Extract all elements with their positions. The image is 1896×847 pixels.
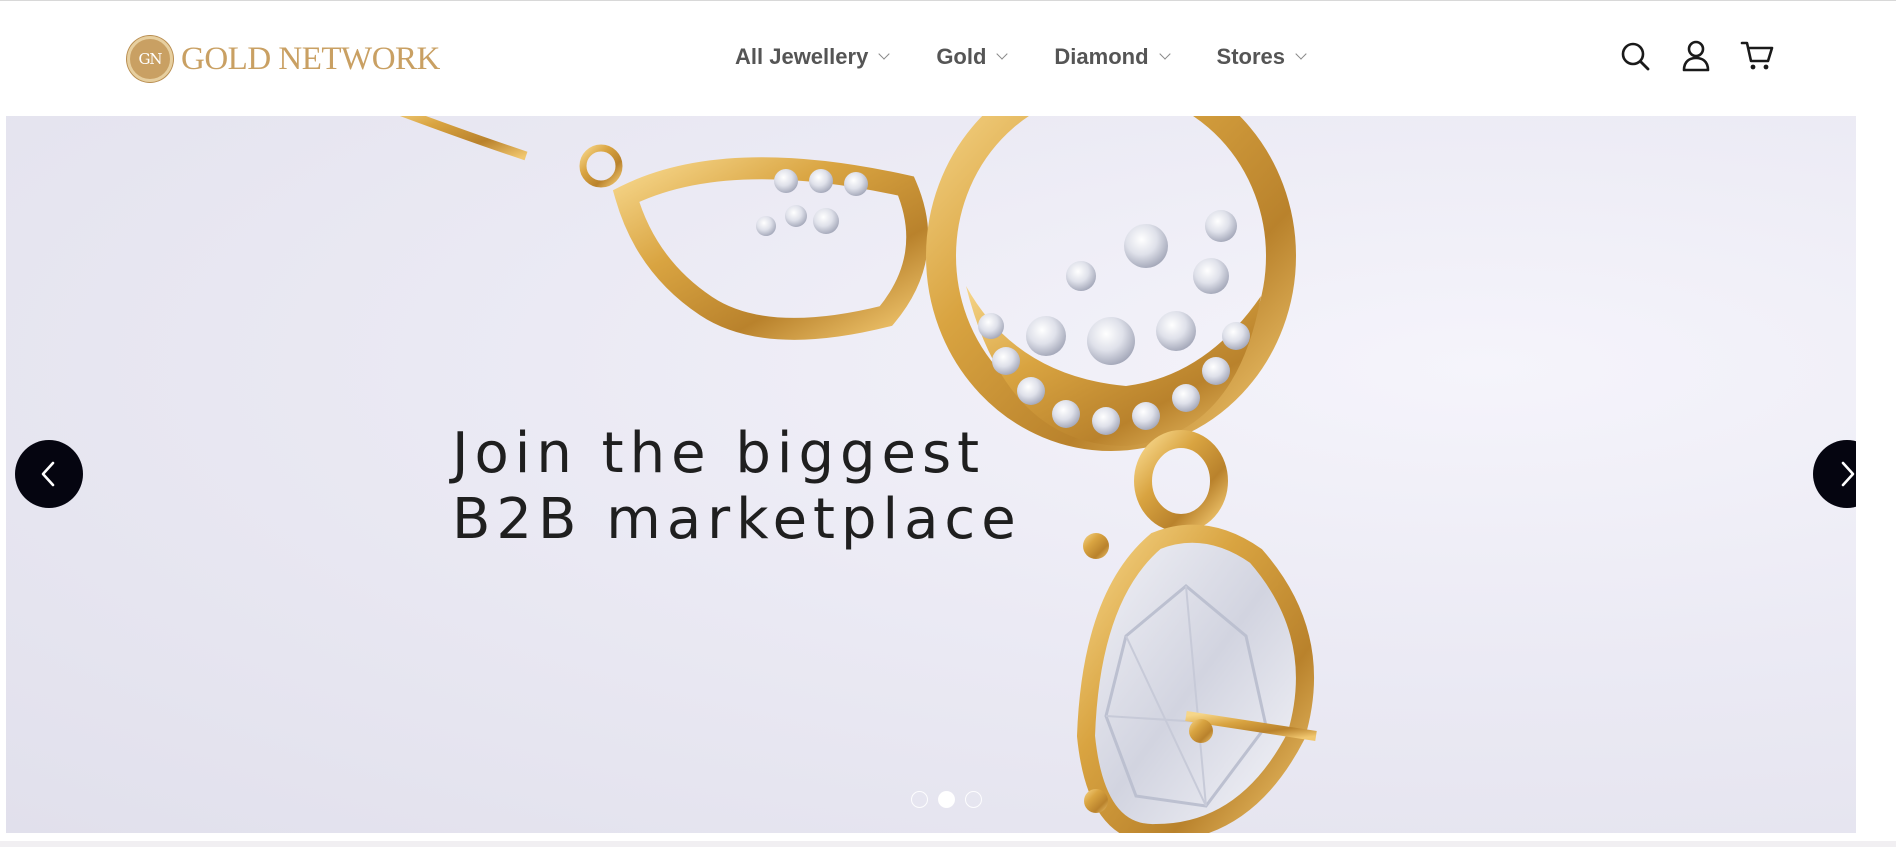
- chevron-right-icon: [1841, 461, 1855, 487]
- logo-badge: GN: [127, 36, 173, 82]
- user-icon[interactable]: [1679, 39, 1713, 73]
- nav-item-label: Diamond: [1054, 44, 1149, 69]
- nav-item-label: Gold: [936, 44, 987, 69]
- chevron-down-icon: [1158, 48, 1171, 60]
- nav-item-diamond[interactable]: Diamond: [1054, 44, 1171, 70]
- site-logo[interactable]: GN GOLD NETWORK: [127, 35, 440, 83]
- nav-item-label: Stores: [1216, 44, 1286, 69]
- main-nav: All Jewellery Gold Diamond Stores: [735, 44, 1307, 70]
- carousel-dot-1[interactable]: [911, 791, 928, 808]
- carousel-indicators: [911, 791, 982, 808]
- chevron-down-icon: [996, 48, 1009, 60]
- chevron-down-icon: [878, 48, 890, 60]
- cart-icon[interactable]: [1740, 39, 1774, 73]
- chevron-left-icon: [41, 461, 55, 487]
- hero-headline-line-1: Join the biggest: [452, 421, 986, 486]
- carousel-prev-button[interactable]: [15, 440, 83, 508]
- site-header: GN GOLD NETWORK All Jewellery Gold Diamo…: [0, 1, 1896, 116]
- hero-headline: Join the biggest B2B marketplace: [452, 421, 1022, 553]
- carousel-dot-3[interactable]: [965, 791, 982, 808]
- carousel-dot-2[interactable]: [938, 791, 955, 808]
- chevron-down-icon: [1295, 48, 1307, 60]
- nav-item-gold[interactable]: Gold: [936, 44, 1009, 70]
- hero-carousel: Join the biggest B2B marketplace: [6, 116, 1856, 833]
- nav-item-label: All Jewellery: [735, 44, 869, 69]
- nav-item-stores[interactable]: Stores: [1216, 44, 1307, 70]
- page-divider: [0, 841, 1896, 847]
- search-icon[interactable]: [1618, 39, 1652, 73]
- nav-item-all-jewellery[interactable]: All Jewellery: [735, 44, 890, 70]
- hero-headline-line-2: B2B marketplace: [452, 487, 1022, 552]
- header-actions: [1618, 39, 1774, 73]
- logo-text: GOLD NETWORK: [181, 40, 440, 77]
